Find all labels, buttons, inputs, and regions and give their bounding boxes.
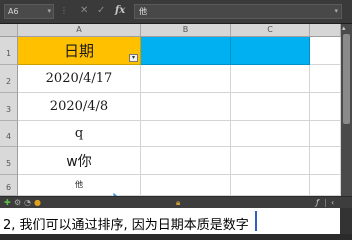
cell-d3[interactable] [310,93,341,121]
filter-dropdown-icon[interactable]: ▾ [129,54,138,62]
cell-b4[interactable] [141,121,231,147]
column-header-d[interactable] [310,24,341,37]
formula-input-value: 他 [139,7,147,16]
row-header-3[interactable]: 3 [0,93,18,121]
cell-b1[interactable] [141,37,231,65]
check-icon[interactable]: ✓ [97,5,105,17]
cell-d6[interactable] [310,175,341,196]
cell-a5[interactable]: w你 [18,147,141,175]
formula-input[interactable]: 他 ▾ [134,4,342,19]
subtitle-edge [340,208,352,234]
cell-d5[interactable] [310,147,341,175]
cell-a1[interactable]: 日期 ▾ [18,37,141,65]
scroll-up-icon[interactable]: ▴ [342,24,346,32]
name-box-value: A6 [8,7,19,16]
column-header-c[interactable]: C [231,24,310,37]
cell-c6[interactable] [231,175,310,196]
scrollbar-thumb[interactable] [343,34,350,124]
cell-a1-text: 日期 [63,42,94,60]
cell-c3[interactable] [231,93,310,121]
cell-b5[interactable] [141,147,231,175]
row-header-2[interactable]: 2 [0,65,18,93]
cell-a2[interactable]: 2020/4/17 [18,65,141,93]
name-box[interactable]: A6 ▾ [4,4,54,19]
cell-b6[interactable] [141,175,231,196]
cell-a4[interactable]: q [18,121,141,147]
row-header-4[interactable]: 4 [0,121,18,147]
insert-function-button[interactable]: fx [115,5,125,17]
cell-d2[interactable] [310,65,341,93]
chevron-down-icon[interactable]: ▾ [47,5,51,18]
text-cursor [255,211,257,231]
row-header-1[interactable]: 1 [0,37,18,65]
expand-formula-icon[interactable]: ▾ [334,5,338,18]
status-divider [325,199,326,207]
cell-c2[interactable] [231,65,310,93]
subtitle-text: 2, 我们可以通过排序, 因为日期本质是数字 [3,218,249,233]
column-header-a[interactable]: A [18,24,141,37]
column-header-b[interactable]: B [141,24,231,37]
subtitle-strip: 2, 我们可以通过排序, 因为日期本质是数字 [0,208,352,234]
formula-bar: A6 ▾ ⋮ ✕ ✓ fx 他 ▾ [0,0,352,24]
row-header-6[interactable]: 6 [0,175,18,196]
vertical-scrollbar[interactable]: ▴ [341,24,352,196]
cell-a3[interactable]: 2020/4/8 [18,93,141,121]
cell-d1[interactable] [310,37,341,65]
row-header-5[interactable]: 5 [0,147,18,175]
select-all-corner[interactable] [0,24,18,37]
cell-b3[interactable] [141,93,231,121]
cell-a6[interactable]: 他 [18,175,141,196]
cell-c4[interactable] [231,121,310,147]
cell-c1[interactable] [231,37,310,65]
close-icon[interactable]: ✕ [80,5,88,17]
more-dots-icon: ⋮ [60,6,68,15]
cell-c5[interactable] [231,147,310,175]
cell-d4[interactable] [310,121,341,147]
cell-b2[interactable] [141,65,231,93]
